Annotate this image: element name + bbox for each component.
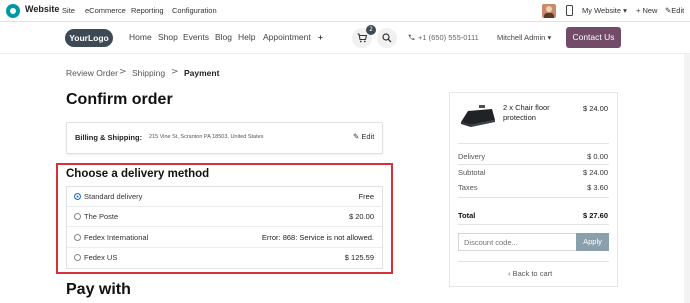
- delivery-option-error: Error: 868: Service is not allowed.: [261, 233, 374, 242]
- delivery-option-fedex-international[interactable]: Fedex International Error: 868: Service …: [67, 228, 382, 248]
- admin-bar: Website Site eCommerce Reporting Configu…: [0, 0, 690, 22]
- site-header: YourLogo Home Shop Events Blog Help Appo…: [0, 22, 690, 54]
- order-summary: 2 x Chair floor protection $ 24.00 Deliv…: [449, 92, 618, 287]
- contact-us-button[interactable]: Contact Us: [566, 27, 621, 48]
- phone-number[interactable]: +1 (650) 555-0111: [418, 33, 479, 42]
- delivery-title: Choose a delivery method: [66, 168, 210, 180]
- caret-down-icon: ▾: [623, 6, 627, 15]
- billing-edit-link[interactable]: ✎ Edit: [353, 132, 374, 141]
- admin-menu-configuration[interactable]: Configuration: [172, 6, 217, 15]
- edit-button-label: Edit: [671, 6, 685, 15]
- nav-blog[interactable]: Blog: [215, 32, 232, 42]
- phone-icon: [408, 34, 415, 41]
- total-label: Total: [458, 211, 476, 220]
- website-switcher[interactable]: My Website ▾: [582, 6, 627, 15]
- scrollbar[interactable]: [684, 54, 690, 303]
- product-price: $ 24.00: [582, 104, 608, 113]
- app-name[interactable]: Website: [25, 4, 59, 14]
- billing-label: Billing & Shipping:: [75, 133, 143, 142]
- taxes-value: $ 3.60: [587, 183, 608, 192]
- back-to-cart-label: Back to cart: [512, 269, 553, 278]
- nav-events[interactable]: Events: [183, 32, 209, 42]
- delivery-label: Delivery: [458, 152, 486, 161]
- user-menu[interactable]: Mitchell Admin ▾: [497, 33, 551, 42]
- radio-button[interactable]: [74, 234, 81, 241]
- pay-with-title: Pay with: [66, 281, 131, 298]
- mobile-preview-icon[interactable]: [566, 5, 573, 16]
- user-avatar[interactable]: [542, 4, 556, 18]
- delivery-option-price: $ 125.59: [344, 253, 374, 262]
- breadcrumb-payment: Payment: [184, 68, 220, 78]
- delivery-option-the-poste[interactable]: The Poste $ 20.00: [67, 207, 382, 227]
- delivery-option-fedex-us[interactable]: Fedex US $ 125.59: [67, 248, 382, 268]
- admin-menu-ecommerce[interactable]: eCommerce: [85, 6, 126, 15]
- admin-menu-reporting[interactable]: Reporting: [131, 6, 164, 15]
- admin-menu-site[interactable]: Site: [62, 6, 75, 15]
- website-switcher-label: My Website: [582, 6, 622, 15]
- total-value: $ 27.60: [582, 211, 608, 220]
- delivery-value: $ 0.00: [587, 152, 608, 161]
- billing-address: 215 Vine St, Scranton PA 18503, United S…: [149, 134, 264, 140]
- divider: [458, 261, 609, 262]
- nav-appointment[interactable]: Appointment: [263, 32, 311, 42]
- breadcrumb-shipping[interactable]: Shipping: [132, 68, 165, 78]
- delivery-option-price: $ 20.00: [348, 212, 374, 221]
- product-name[interactable]: 2 x Chair floor protection: [503, 103, 573, 123]
- nav-shop[interactable]: Shop: [158, 32, 178, 42]
- subtotal-value: $ 24.00: [582, 168, 608, 177]
- new-button[interactable]: + New: [636, 6, 657, 15]
- divider: [458, 164, 609, 165]
- product-image[interactable]: [458, 103, 498, 131]
- delivery-option-label: Standard delivery: [84, 192, 143, 201]
- taxes-label: Taxes: [458, 183, 478, 192]
- billing-shipping-card: Billing & Shipping: 215 Vine St, Scranto…: [66, 122, 383, 154]
- discount-code-input[interactable]: [458, 233, 576, 251]
- caret-down-icon: ▾: [547, 33, 552, 42]
- cart-count-badge: 2: [366, 25, 376, 35]
- user-name: Mitchell Admin: [497, 33, 546, 42]
- delivery-option-label: Fedex US: [84, 253, 118, 262]
- nav-home[interactable]: Home: [129, 32, 152, 42]
- delivery-method-list: Standard delivery Free The Poste $ 20.00…: [66, 186, 383, 269]
- search-icon: [382, 33, 392, 43]
- search-button[interactable]: [377, 28, 397, 48]
- breadcrumb-review-order[interactable]: Review Order: [66, 68, 118, 78]
- radio-button[interactable]: [74, 213, 81, 220]
- nav-more[interactable]: +: [318, 32, 323, 42]
- radio-button[interactable]: [74, 193, 81, 200]
- cart-icon: [357, 33, 367, 43]
- divider: [458, 143, 609, 144]
- edit-button[interactable]: ✎Edit: [665, 6, 684, 15]
- page-title: Confirm order: [66, 91, 173, 108]
- chevron-left-icon: ‹: [508, 269, 511, 278]
- billing-edit-label: Edit: [361, 132, 375, 141]
- pencil-icon: ✎: [353, 132, 360, 141]
- delivery-option-price: Free: [358, 192, 374, 201]
- subtotal-label: Subtotal: [458, 168, 486, 177]
- divider: [458, 197, 609, 198]
- breadcrumb-separator: >: [119, 67, 127, 77]
- breadcrumb-separator: >: [171, 67, 179, 77]
- radio-button[interactable]: [74, 254, 81, 261]
- apply-discount-button[interactable]: Apply: [576, 233, 609, 251]
- site-logo[interactable]: YourLogo: [65, 29, 113, 47]
- odoo-apps-icon[interactable]: [6, 4, 20, 18]
- back-to-cart-link[interactable]: ‹ Back to cart: [508, 269, 552, 278]
- nav-help[interactable]: Help: [238, 32, 255, 42]
- delivery-option-label: Fedex International: [84, 233, 149, 242]
- divider: [458, 224, 609, 225]
- delivery-option-label: The Poste: [84, 212, 119, 221]
- delivery-option-standard[interactable]: Standard delivery Free: [67, 187, 382, 207]
